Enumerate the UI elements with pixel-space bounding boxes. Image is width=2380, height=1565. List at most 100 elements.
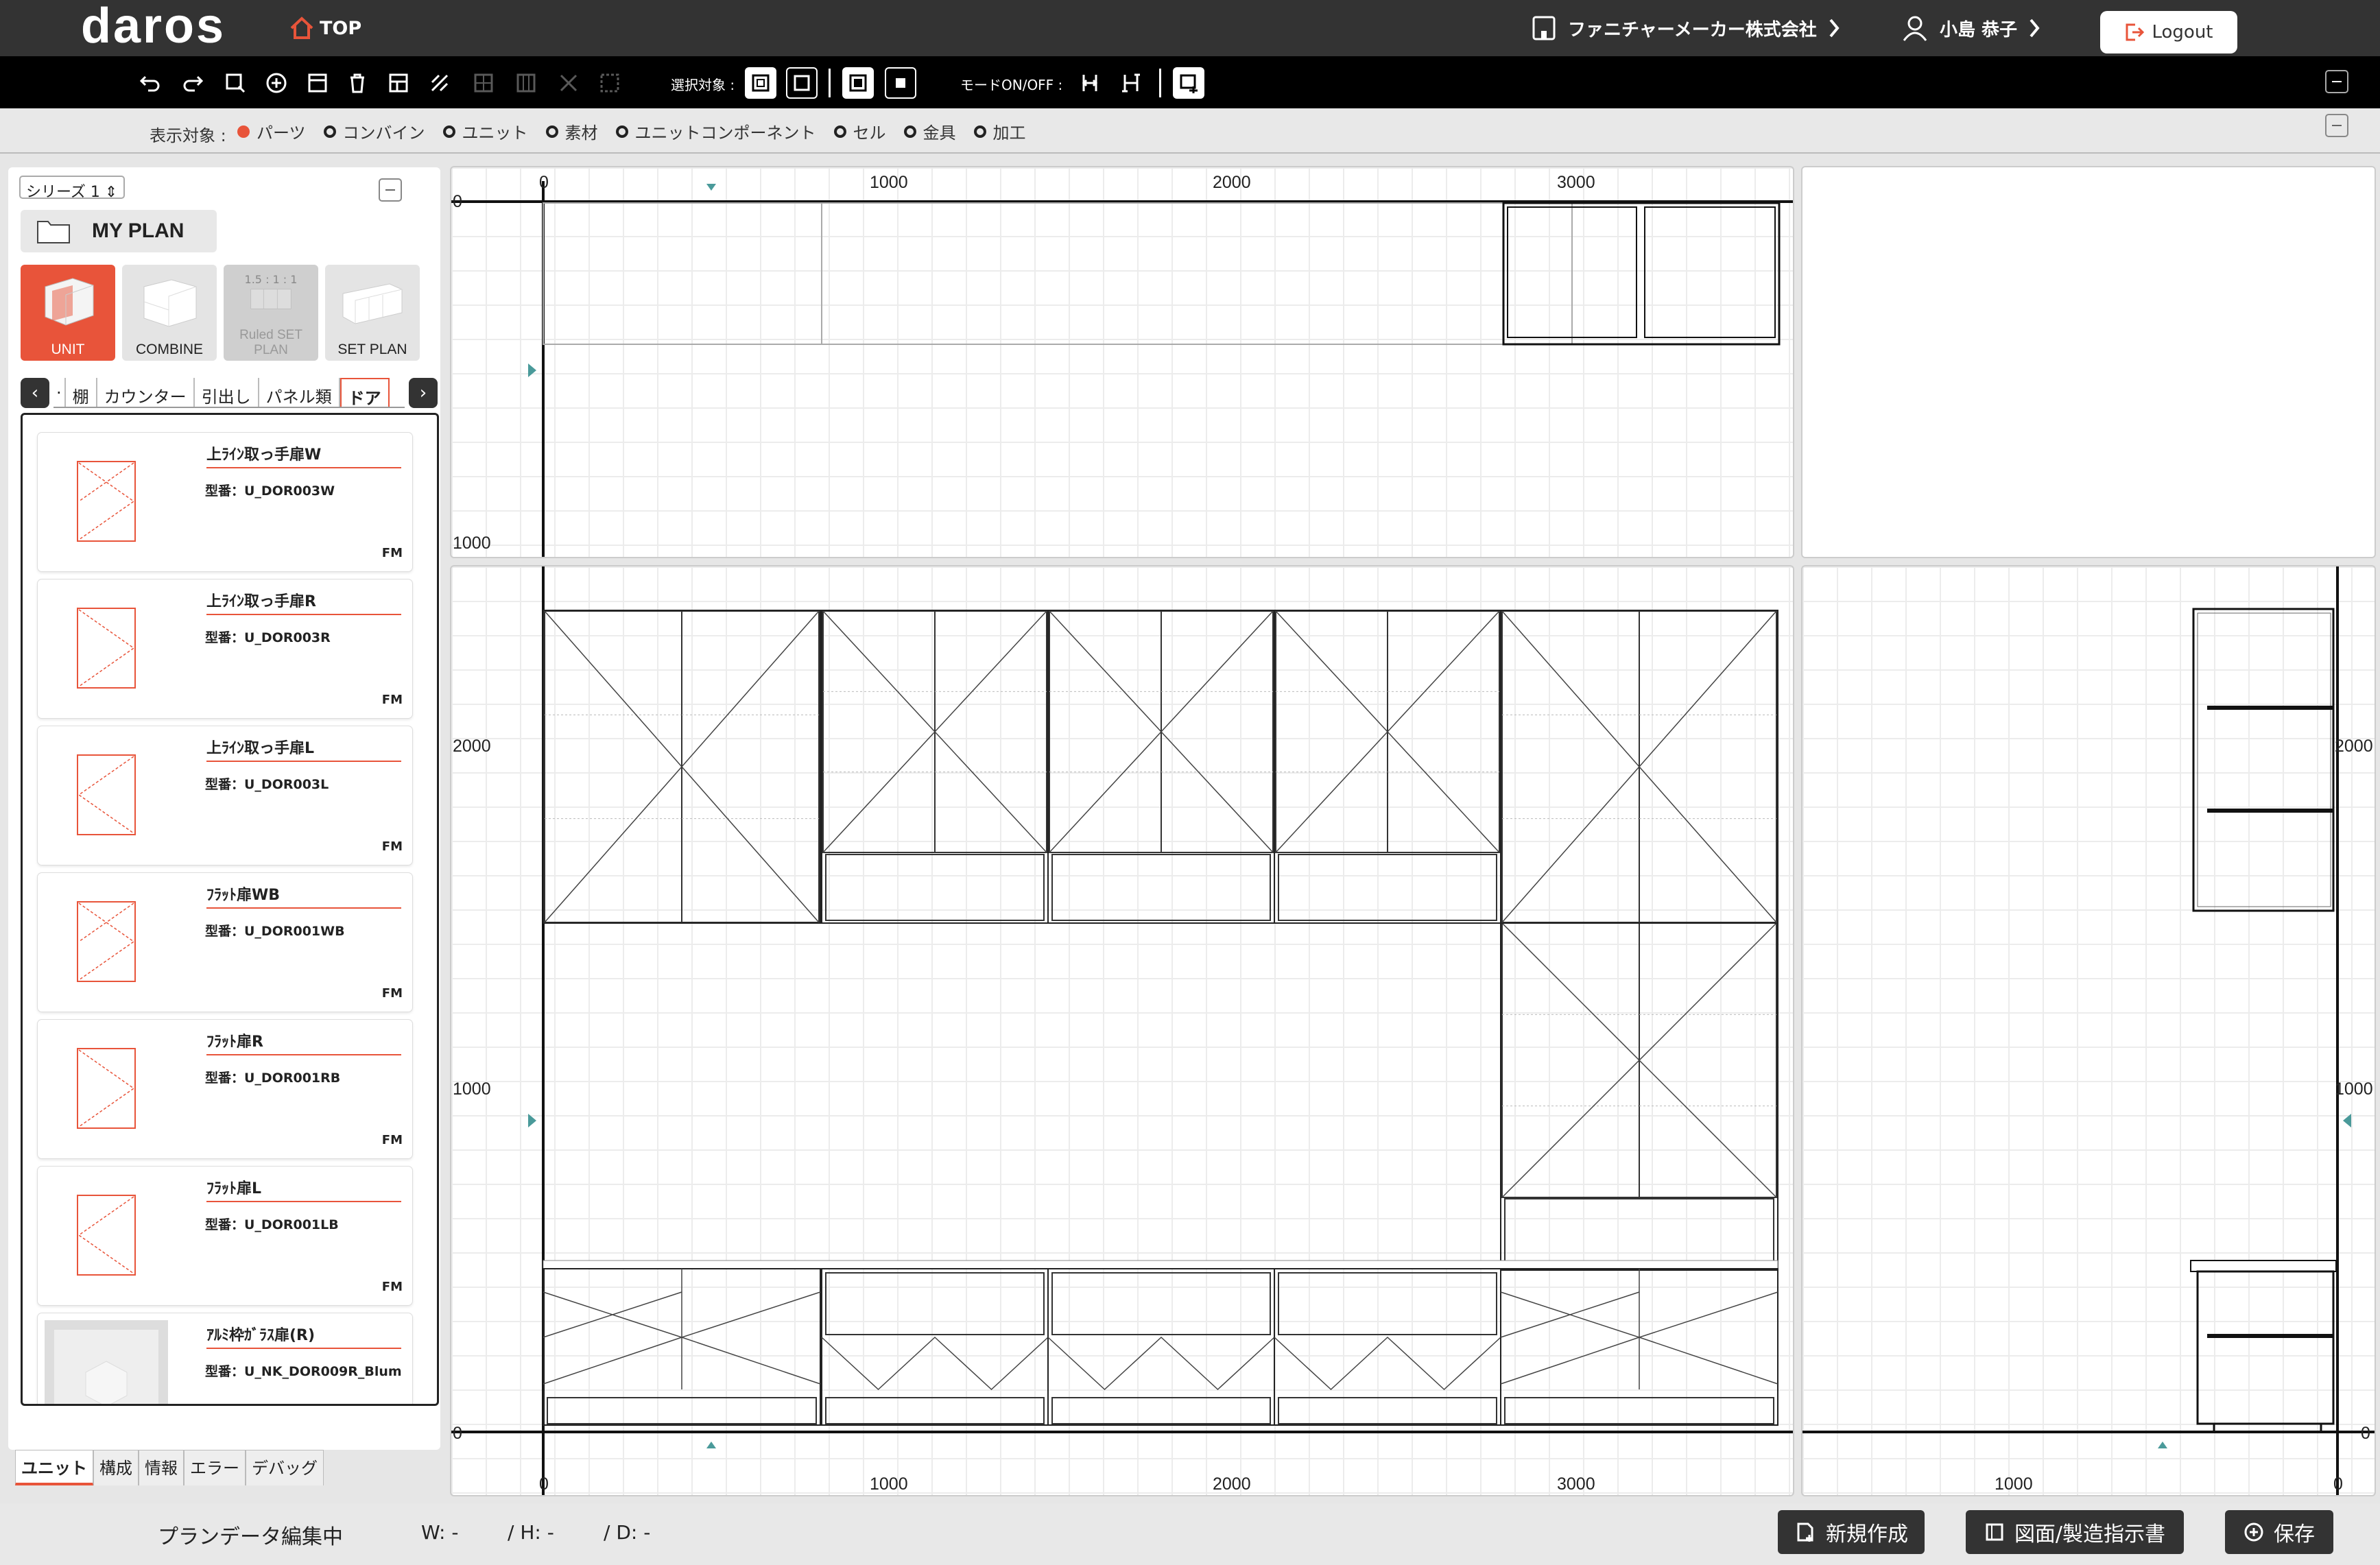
door-panel: [1501, 610, 1640, 923]
filter-option-processing[interactable]: 加工: [973, 119, 1026, 143]
daros-logo[interactable]: daros: [81, 1, 226, 51]
tab-counter[interactable]: カウンター: [97, 378, 195, 407]
logout-button[interactable]: Logout: [2100, 11, 2237, 53]
door-panel: [1387, 610, 1500, 853]
top-link[interactable]: TOP: [288, 14, 361, 43]
select-fill-icon[interactable]: [885, 67, 916, 99]
collapse-toolbar-button[interactable]: [2325, 70, 2348, 93]
layout-icon[interactable]: [383, 67, 414, 99]
select-inner-icon[interactable]: [842, 67, 874, 99]
my-plan-button[interactable]: MY PLAN: [21, 210, 217, 252]
mode-ruled-set-plan-button[interactable]: 1.5 : 1 : 1 Ruled SET PLAN: [224, 265, 318, 361]
position-marker[interactable]: [706, 1442, 716, 1448]
filter-option-hardware[interactable]: 金具: [903, 119, 956, 143]
mode-set-plan-button[interactable]: SET PLAN: [325, 265, 420, 361]
radio[interactable]: [323, 125, 336, 138]
new-plan-label: 新規作成: [1826, 1522, 1908, 1546]
save-button[interactable]: 保存: [2225, 1510, 2333, 1554]
select-add-icon[interactable]: [219, 67, 251, 99]
bottom-tab-structure[interactable]: 構成: [93, 1450, 139, 1485]
part-card[interactable]: ﾌﾗｯﾄ扉L 型番：U_DOR001LB FM: [38, 1167, 412, 1305]
select-panel-icon[interactable]: [786, 67, 818, 99]
series-select[interactable]: シリーズ 1 ⇕: [19, 176, 125, 201]
tab-door[interactable]: ドア: [340, 378, 390, 408]
x-tick-label: 0: [539, 1474, 549, 1494]
empty-view-panel[interactable]: [1801, 166, 2376, 558]
door-panel: [1639, 610, 1777, 923]
delete-icon[interactable]: [342, 67, 373, 99]
filter-option-material[interactable]: 素材: [545, 119, 598, 143]
part-card[interactable]: ﾌﾗｯﾄ扉R 型番：U_DOR001RB FM: [38, 1020, 412, 1158]
tabs-next-button[interactable]: ›: [409, 378, 438, 408]
radio[interactable]: [903, 125, 916, 138]
tab-panels[interactable]: パネル類: [259, 378, 340, 407]
merge-icon[interactable]: [553, 67, 584, 99]
radio[interactable]: [545, 125, 558, 138]
dimension-h-icon[interactable]: [1074, 67, 1106, 99]
frame-icon[interactable]: [302, 67, 333, 99]
part-card[interactable]: 上ﾗｲﾝ取っ手扉R 型番：U_DOR003R FM: [38, 580, 412, 718]
pattern-icon[interactable]: [424, 67, 455, 99]
radio[interactable]: [973, 125, 986, 138]
bottom-tab-error[interactable]: エラー: [184, 1450, 246, 1485]
filter-option-unit[interactable]: ユニット: [442, 119, 528, 143]
top-view-panel[interactable]: 0 1000 2000 3000 0 1000: [450, 166, 1794, 558]
radio[interactable]: [442, 125, 455, 138]
bottom-tab-info[interactable]: 情報: [139, 1450, 184, 1485]
door-panel: [1275, 610, 1388, 853]
select-frame-icon[interactable]: [745, 67, 776, 99]
add-circle-icon[interactable]: [261, 67, 292, 99]
door-thumbnail: [77, 754, 136, 835]
user-menu[interactable]: 小島 恭子: [1901, 14, 2040, 43]
collapse-sidebar-button[interactable]: [379, 178, 402, 202]
undo-icon[interactable]: [134, 67, 166, 99]
tab-drawer[interactable]: 引出し: [195, 378, 259, 407]
part-card[interactable]: ｱﾙﾐ枠ｶﾞﾗｽ扉(R) 型番：U_NK_DOR009R_Blum: [38, 1313, 412, 1404]
tab-overflow[interactable]: ·: [53, 378, 66, 407]
company-menu[interactable]: ファニチャーメーカー株式会社: [1531, 14, 1840, 43]
mode-unit-button[interactable]: UNIT: [21, 265, 115, 361]
position-marker[interactable]: [2158, 1442, 2167, 1448]
drawer-front: [1278, 854, 1497, 921]
radio[interactable]: [615, 125, 628, 138]
part-name: 上ﾗｲﾝ取っ手扉R: [206, 589, 401, 615]
drawing-order-button[interactable]: 図面/製造指示書: [1966, 1510, 2184, 1554]
export-icon[interactable]: [1173, 67, 1204, 99]
door-swing-line: [1275, 610, 1389, 853]
side-view-panel[interactable]: 2000 1000 0 1000 0: [1801, 565, 2376, 1496]
split-icon[interactable]: [468, 67, 499, 99]
column-icon[interactable]: [510, 67, 542, 99]
front-view-panel[interactable]: 2000 1000 0 0 1000 2000 3000: [450, 565, 1794, 1496]
radio-selected[interactable]: [237, 125, 250, 138]
tabs-prev-button[interactable]: ‹: [21, 378, 49, 408]
set-plan-icon: [342, 283, 403, 324]
filter-option-cell[interactable]: セル: [833, 119, 886, 143]
position-marker[interactable]: [528, 363, 536, 377]
category-tab-list: · 棚 カウンター 引出し パネル類 ドア: [53, 378, 405, 408]
part-card[interactable]: ﾌﾗｯﾄ扉WB 型番：U_DOR001WB FM: [38, 873, 412, 1012]
bottom-tab-unit[interactable]: ユニット: [15, 1450, 93, 1485]
filter-option-parts[interactable]: パーツ: [237, 119, 306, 143]
position-marker[interactable]: [528, 1114, 536, 1127]
filter-option-combine[interactable]: コンバイン: [323, 119, 425, 143]
tab-shelf[interactable]: 棚: [66, 378, 97, 407]
new-plan-button[interactable]: 新規作成: [1778, 1510, 1925, 1554]
mode-combine-button[interactable]: COMBINE: [122, 265, 217, 361]
countertop: [543, 1260, 1778, 1269]
sidebar-bottom-tabs: ユニット 構成 情報 エラー デバッグ: [15, 1450, 324, 1485]
drawer-front: [825, 1272, 1045, 1335]
edit-status: プランデータ編集中: [158, 1525, 343, 1549]
part-name: 上ﾗｲﾝ取っ手扉L: [206, 736, 401, 762]
redo-icon[interactable]: [177, 67, 209, 99]
part-card[interactable]: 上ﾗｲﾝ取っ手扉W 型番：U_DOR003W FM: [38, 433, 412, 571]
position-marker[interactable]: [706, 184, 716, 191]
filter-option-unit-component[interactable]: ユニットコンポーネント: [615, 119, 816, 143]
position-marker[interactable]: [2343, 1114, 2351, 1127]
group-icon[interactable]: [594, 67, 626, 99]
bottom-tab-debug[interactable]: デバッグ: [246, 1450, 324, 1485]
x-tick-label: 3000: [1557, 173, 1595, 192]
dimension-v-icon[interactable]: [1115, 67, 1147, 99]
radio[interactable]: [833, 125, 846, 138]
part-card[interactable]: 上ﾗｲﾝ取っ手扉L 型番：U_DOR003L FM: [38, 726, 412, 865]
collapse-filter-button[interactable]: [2325, 114, 2348, 137]
